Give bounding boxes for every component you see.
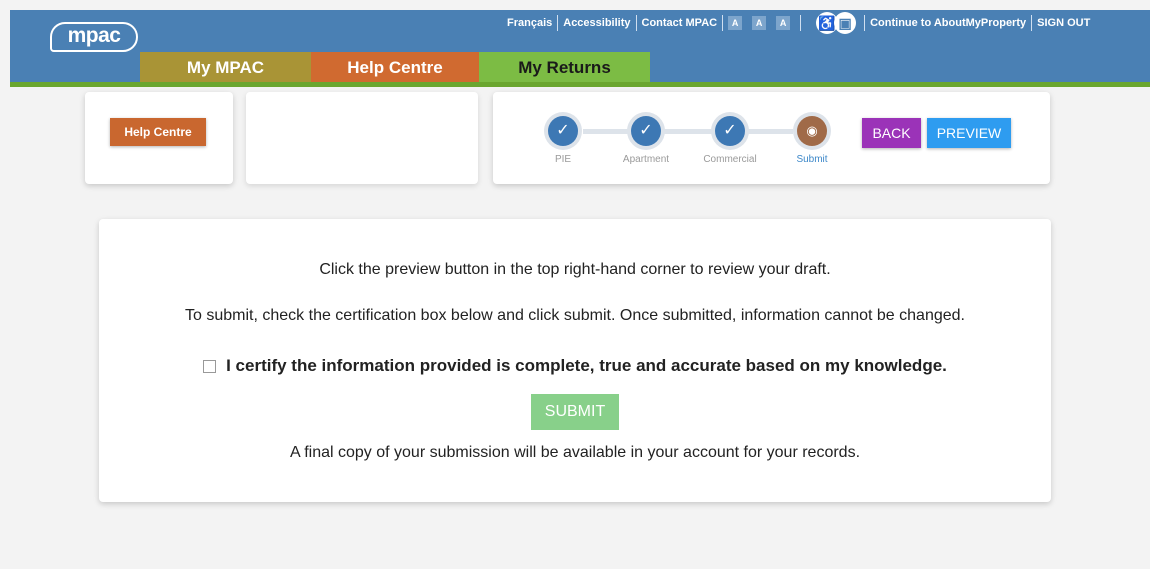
final-copy-note: A final copy of your submission will be … — [289, 444, 861, 461]
check-icon: ✓ — [548, 116, 578, 146]
preview-button[interactable]: PREVIEW — [927, 118, 1011, 148]
submit-instruction: To submit, check the certification box b… — [185, 307, 965, 324]
font-size-controls: A A A — [723, 15, 802, 31]
help-card: Help Centre — [85, 92, 233, 184]
tab-my-mpac[interactable]: My MPAC — [140, 52, 311, 82]
display-icon: ▣ — [834, 12, 857, 34]
accessibility-link[interactable]: Accessibility — [558, 15, 637, 31]
font-large-button[interactable]: A — [776, 16, 791, 30]
step-commercial[interactable]: ✓ Commercial — [700, 112, 760, 165]
sign-out-link[interactable]: SIGN OUT — [1032, 15, 1095, 31]
francais-link[interactable]: Français — [502, 15, 559, 31]
continue-aboutmyproperty-link[interactable]: Continue to AboutMyProperty — [864, 15, 1033, 31]
mpac-logo[interactable]: mpac — [50, 22, 138, 52]
preview-instruction: Click the preview button in the top righ… — [319, 261, 831, 278]
step-apartment[interactable]: ✓ Apartment — [616, 112, 676, 165]
step-label: Commercial — [703, 154, 757, 165]
accessibility-icon[interactable]: ♿ ▣ — [816, 12, 857, 34]
font-small-button[interactable]: A — [728, 16, 743, 30]
font-medium-button[interactable]: A — [752, 16, 767, 30]
back-button[interactable]: BACK — [862, 118, 921, 148]
contact-mpac-link[interactable]: Contact MPAC — [637, 15, 724, 31]
main-tabs: My MPAC Help Centre My Returns — [140, 52, 650, 82]
top-navigation: Français Accessibility Contact MPAC A A … — [502, 12, 1095, 34]
progress-card: ✓ PIE ✓ Apartment ✓ Commercial ◉ Submit … — [493, 92, 1050, 184]
check-icon: ✓ — [631, 116, 661, 146]
progress-stepper: ✓ PIE ✓ Apartment ✓ Commercial ◉ Submit — [533, 100, 833, 180]
check-icon: ✓ — [715, 116, 745, 146]
blank-card — [246, 92, 478, 184]
submission-card: Click the preview button in the top righ… — [99, 219, 1051, 502]
certify-checkbox[interactable] — [203, 359, 217, 373]
submit-button[interactable]: SUBMIT — [531, 394, 619, 430]
tab-my-returns[interactable]: My Returns — [479, 52, 650, 82]
step-pie[interactable]: ✓ PIE — [533, 112, 593, 165]
step-label: Submit — [796, 154, 828, 165]
broadcast-icon: ◉ — [797, 116, 827, 146]
step-label: Apartment — [622, 154, 670, 165]
header-divider — [10, 82, 1150, 87]
help-centre-button[interactable]: Help Centre — [110, 118, 206, 146]
step-submit[interactable]: ◉ Submit — [782, 112, 842, 165]
stepper-line — [583, 129, 793, 134]
tab-help-centre[interactable]: Help Centre — [311, 52, 479, 82]
step-label: PIE — [554, 154, 572, 165]
certify-label[interactable]: I certify the information provided is co… — [226, 356, 947, 376]
certification-row: I certify the information provided is co… — [99, 356, 1051, 376]
